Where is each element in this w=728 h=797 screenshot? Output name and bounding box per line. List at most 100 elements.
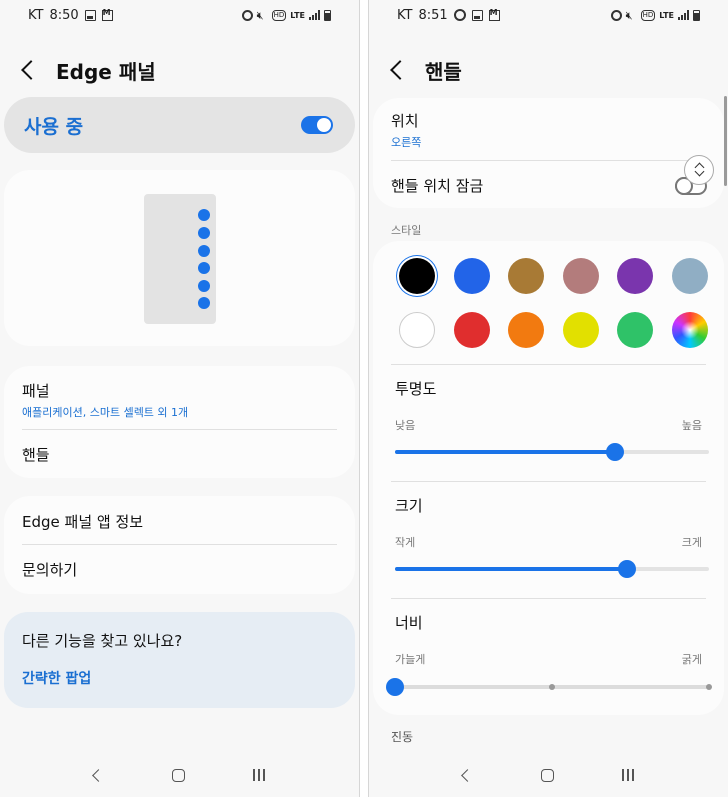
battery-icon bbox=[324, 9, 331, 21]
carrier-label: KT bbox=[397, 7, 413, 23]
position-card: 위치 오른쪽 핸들 위치 잠금 bbox=[373, 98, 724, 208]
master-toggle[interactable] bbox=[301, 116, 333, 134]
signal-icon bbox=[309, 10, 320, 20]
about-title: Edge 패널 앱 정보 bbox=[22, 513, 144, 531]
back-arrow-icon[interactable] bbox=[390, 60, 410, 80]
handle-dot bbox=[198, 280, 210, 292]
color-swatch[interactable] bbox=[671, 312, 708, 348]
about-item[interactable]: Edge 패널 앱 정보 bbox=[22, 511, 337, 532]
size-low-label: 작게 bbox=[395, 536, 416, 549]
transparency-title: 투명도 bbox=[395, 380, 437, 398]
divider bbox=[391, 598, 706, 599]
color-swatch[interactable] bbox=[453, 258, 490, 294]
vibration-section-label: 진동 bbox=[391, 730, 414, 744]
master-switch-row[interactable]: 사용 중 bbox=[4, 97, 355, 153]
gmail-icon bbox=[101, 8, 113, 21]
divider bbox=[391, 481, 706, 482]
divider bbox=[391, 160, 706, 161]
style-card: 투명도 낮음 높음 크기 작게 크게 너비 가늘게 굵게 bbox=[373, 241, 724, 715]
phone-preview bbox=[144, 194, 216, 324]
nav-back-icon[interactable] bbox=[92, 768, 106, 782]
screen-recorder-icon bbox=[453, 9, 466, 21]
color-swatch[interactable] bbox=[508, 258, 544, 294]
transparency-high-label: 높음 bbox=[681, 419, 702, 432]
panels-item[interactable]: 패널 애플리케이션, 스마트 셀렉트 외 1개 bbox=[22, 380, 337, 420]
alarm-icon bbox=[610, 9, 622, 21]
color-swatch[interactable] bbox=[453, 312, 490, 348]
size-high-label: 크게 bbox=[681, 536, 702, 549]
color-swatch[interactable] bbox=[562, 312, 599, 348]
clock: 8:51 bbox=[418, 7, 448, 23]
lte-icon: LTE bbox=[659, 10, 674, 20]
gallery-icon bbox=[471, 9, 483, 21]
mute-icon: 🔇︎ bbox=[256, 8, 264, 22]
color-swatch[interactable] bbox=[508, 312, 544, 348]
contact-title: 문의하기 bbox=[22, 561, 78, 579]
divider bbox=[22, 429, 337, 430]
width-high-label: 굵게 bbox=[681, 653, 702, 666]
gmail-icon bbox=[488, 8, 500, 21]
contact-item[interactable]: 문의하기 bbox=[22, 559, 337, 580]
slider-thumb[interactable] bbox=[605, 443, 624, 461]
right-screen: KT 8:51 🔇︎ HD LTE 핸들 위치 오른쪽 핸들 위치 잠금 bbox=[368, 0, 728, 797]
page-title: Edge 패널 bbox=[56, 59, 156, 84]
lte-icon: LTE bbox=[290, 10, 305, 20]
slider-thumb[interactable] bbox=[386, 678, 404, 696]
width-low-label: 가늘게 bbox=[395, 653, 426, 666]
position-item[interactable]: 위치 오른쪽 bbox=[391, 110, 706, 150]
nav-home-icon[interactable] bbox=[540, 768, 554, 782]
back-arrow-icon[interactable] bbox=[21, 60, 41, 80]
handle-dot bbox=[198, 297, 210, 309]
size-slider[interactable] bbox=[395, 560, 709, 578]
width-slider[interactable] bbox=[386, 678, 712, 696]
page-title: 핸들 bbox=[425, 59, 462, 84]
width-title: 너비 bbox=[395, 614, 423, 632]
hd-voice-icon: HD bbox=[640, 9, 656, 21]
slider-step-tick bbox=[549, 684, 555, 690]
divider bbox=[22, 544, 337, 545]
suggestion-question: 다른 기능을 찾고 있나요? bbox=[22, 632, 183, 650]
info-card: Edge 패널 앱 정보 문의하기 bbox=[4, 496, 355, 594]
handle-dot bbox=[198, 227, 210, 239]
panels-summary: 애플리케이션, 스마트 셀렉트 외 1개 bbox=[22, 406, 189, 419]
slider-thumb[interactable] bbox=[618, 560, 637, 578]
carrier-label: KT bbox=[28, 7, 44, 23]
gap bbox=[360, 0, 368, 797]
handle-dot bbox=[198, 245, 210, 257]
color-swatch[interactable] bbox=[399, 312, 435, 348]
handle-preview-card bbox=[4, 170, 355, 346]
transparency-low-label: 낮음 bbox=[395, 419, 416, 432]
position-value: 오른쪽 bbox=[391, 136, 422, 149]
position-title: 위치 bbox=[391, 112, 419, 130]
color-swatch[interactable] bbox=[399, 258, 435, 294]
nav-home-icon[interactable] bbox=[171, 768, 185, 782]
nav-back-icon[interactable] bbox=[461, 768, 475, 782]
suggestion-card: 다른 기능을 찾고 있나요? 간략한 팝업 bbox=[4, 612, 355, 708]
nav-recents-icon[interactable] bbox=[253, 769, 265, 781]
alarm-icon bbox=[241, 9, 253, 21]
handle-item[interactable]: 핸들 bbox=[22, 444, 337, 465]
mute-icon: 🔇︎ bbox=[625, 8, 633, 22]
color-swatch[interactable] bbox=[617, 258, 653, 294]
lock-position-title: 핸들 위치 잠금 bbox=[391, 177, 484, 195]
battery-icon bbox=[693, 9, 700, 21]
handle-title: 핸들 bbox=[22, 446, 50, 464]
menu-card: 패널 애플리케이션, 스마트 셀렉트 외 1개 핸들 bbox=[4, 366, 355, 478]
divider bbox=[391, 364, 706, 365]
hd-voice-icon: HD bbox=[271, 9, 287, 21]
signal-icon bbox=[678, 10, 689, 20]
status-bar: KT 8:51 🔇︎ HD LTE bbox=[369, 0, 728, 30]
color-swatch[interactable] bbox=[562, 258, 599, 294]
size-title: 크기 bbox=[395, 497, 423, 515]
popup-link[interactable]: 간략한 팝업 bbox=[22, 668, 91, 688]
floating-edge-handle[interactable] bbox=[684, 155, 714, 185]
color-swatch[interactable] bbox=[617, 312, 653, 348]
scrollbar[interactable] bbox=[724, 96, 727, 186]
transparency-slider[interactable] bbox=[395, 443, 709, 461]
nav-recents-icon[interactable] bbox=[622, 769, 634, 781]
app-bar: Edge 패널 bbox=[0, 50, 359, 90]
handle-dot bbox=[198, 262, 210, 274]
nav-bar bbox=[369, 753, 728, 797]
color-swatch[interactable] bbox=[671, 258, 708, 294]
lock-position-item[interactable]: 핸들 위치 잠금 bbox=[391, 175, 706, 196]
